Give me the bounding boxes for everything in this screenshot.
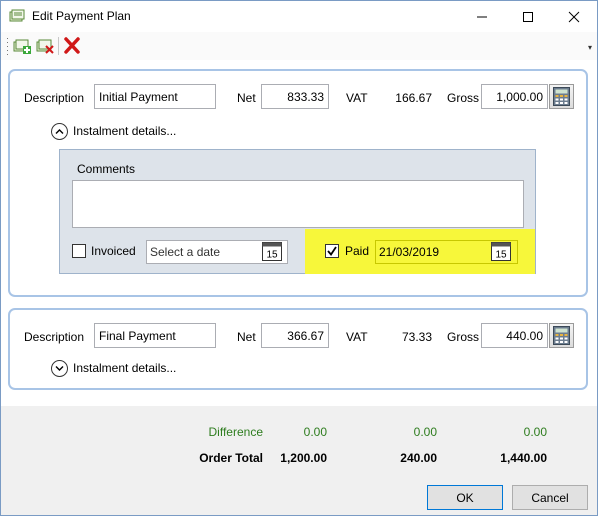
comments-label: Comments: [77, 162, 136, 176]
difference-label: Difference: [208, 425, 263, 439]
cancel-button[interactable]: Cancel: [512, 485, 588, 510]
net-field[interactable]: 833.33: [261, 84, 329, 109]
vat-value: 73.33: [401, 330, 432, 344]
calculator-button[interactable]: [549, 84, 574, 109]
calculator-button[interactable]: [549, 323, 574, 348]
net-label: Net: [237, 330, 256, 344]
delete-icon: [64, 37, 80, 54]
gross-label: Gross: [447, 330, 480, 344]
close-button[interactable]: [551, 1, 597, 32]
svg-text:15: 15: [495, 250, 507, 261]
net-label: Net: [237, 91, 256, 105]
edit-payment-plan-window: Edit Payment Plan ▾ Description Initial …: [0, 0, 598, 516]
order-total-vat: 240.00: [400, 451, 437, 465]
instalments-panel: Description Initial Payment Net 833.33 V…: [1, 60, 597, 406]
chevron-down-icon: [51, 360, 68, 377]
instalment-details-panel: Comments Invoiced Select a date 15 Paid …: [59, 149, 536, 274]
invoiced-label: Invoiced: [91, 244, 136, 258]
remove-instalment-icon: [36, 39, 54, 54]
remove-instalment-button[interactable]: [35, 37, 55, 55]
net-field[interactable]: 366.67: [261, 323, 329, 348]
toolbar-grip-icon: [6, 37, 9, 55]
add-instalment-button[interactable]: [12, 37, 32, 55]
toolbar-overflow-icon[interactable]: ▾: [588, 43, 592, 52]
difference-vat: 0.00: [413, 425, 437, 439]
calculator-icon: [553, 87, 570, 106]
calendar-icon: 15: [491, 242, 511, 261]
instalment-group-final: Description Final Payment Net 366.67 VAT…: [8, 308, 588, 390]
description-label: Description: [24, 91, 85, 105]
instalment-group-initial: Description Initial Payment Net 833.33 V…: [8, 69, 588, 297]
description-field[interactable]: Final Payment: [94, 323, 216, 348]
minimize-button[interactable]: [459, 1, 505, 32]
difference-net: 0.00: [303, 425, 327, 439]
maximize-icon: [523, 12, 533, 22]
difference-gross: 0.00: [523, 425, 547, 439]
vat-label: VAT: [346, 91, 368, 105]
window-title: Edit Payment Plan: [32, 9, 131, 23]
calendar-icon: 15: [262, 242, 282, 261]
paid-checkbox[interactable]: [325, 244, 339, 258]
toolbar: ▾: [1, 32, 597, 60]
order-total-label: Order Total: [199, 451, 263, 465]
instalment-details-expander[interactable]: Instalment details...: [51, 123, 181, 141]
invoiced-checkbox[interactable]: [72, 244, 86, 258]
toolbar-separator: [58, 37, 59, 55]
checkmark-icon: [327, 246, 337, 256]
paid-calendar-button[interactable]: 15: [491, 242, 513, 261]
vat-label: VAT: [346, 330, 368, 344]
order-total-net: 1,200.00: [280, 451, 327, 465]
add-instalment-icon: [13, 39, 31, 54]
expander-label: Instalment details...: [73, 124, 177, 138]
invoiced-date-placeholder: Select a date: [150, 245, 221, 259]
gross-field[interactable]: 1,000.00: [481, 84, 548, 109]
invoiced-calendar-button[interactable]: 15: [262, 242, 284, 261]
svg-text:15: 15: [266, 250, 278, 261]
description-field[interactable]: Initial Payment: [94, 84, 216, 109]
order-total-gross: 1,440.00: [500, 451, 547, 465]
paid-label: Paid: [345, 244, 370, 258]
expander-label: Instalment details...: [73, 361, 177, 375]
description-label: Description: [24, 330, 85, 344]
close-icon: [568, 11, 580, 23]
delete-button[interactable]: [62, 37, 82, 55]
comments-textarea[interactable]: [72, 180, 524, 228]
chevron-up-icon: [51, 123, 68, 140]
instalment-details-expander[interactable]: Instalment details...: [51, 360, 181, 378]
ok-button[interactable]: OK: [427, 485, 503, 510]
maximize-button[interactable]: [505, 1, 551, 32]
minimize-icon: [477, 16, 487, 18]
payment-plan-icon: [9, 9, 25, 23]
vat-value: 166.67: [395, 91, 432, 105]
title-bar: Edit Payment Plan: [1, 1, 597, 32]
gross-label: Gross: [447, 91, 480, 105]
calculator-icon: [553, 326, 570, 345]
gross-field[interactable]: 440.00: [481, 323, 548, 348]
